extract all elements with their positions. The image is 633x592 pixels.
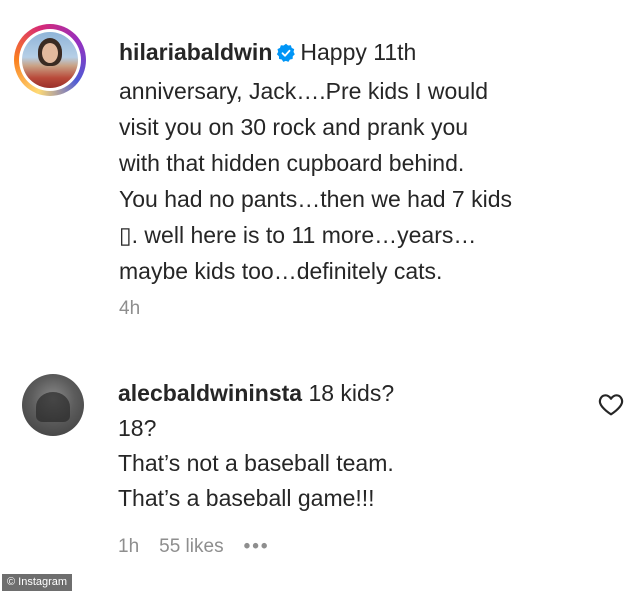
avatar — [22, 32, 78, 88]
verified-badge-icon — [276, 37, 296, 73]
instagram-watermark: © Instagram — [2, 574, 73, 591]
reply-avatar[interactable] — [22, 374, 84, 436]
more-options-icon[interactable]: ••• — [244, 536, 270, 558]
heart-outline-icon[interactable] — [598, 392, 624, 416]
caption-line-7: maybe kids too…definitely cats. — [119, 258, 443, 284]
reply-meta: 1h 55 likes ••• — [118, 536, 290, 558]
reply-line-3: That’s not a baseball team. — [118, 450, 394, 476]
avatar-border — [19, 29, 81, 91]
caption-line-2: anniversary, Jack….Pre kids I would — [119, 78, 488, 104]
caption-timestamp[interactable]: 4h — [119, 298, 140, 320]
caption-username[interactable]: hilariabaldwin — [119, 39, 272, 65]
caption-text: hilariabaldwin Happy 11th anniversary, Ja… — [119, 34, 609, 289]
instagram-comment-thread: hilariabaldwin Happy 11th anniversary, Ja… — [0, 0, 633, 592]
caption-line-4: with that hidden cupboard behind. — [119, 150, 465, 176]
avatar-face — [42, 43, 58, 63]
reply-first-line-text: 18 kids? — [308, 380, 395, 406]
caption-line-5: You had no pants…then we had 7 kids — [119, 186, 512, 212]
reply-line-2: 18? — [118, 415, 157, 441]
reply-timestamp[interactable]: 1h — [118, 536, 139, 558]
reply-line-4: That’s a baseball game!!! — [118, 485, 375, 511]
caption-line-1: Happy 11th — [300, 39, 417, 65]
reply-text: alecbaldwininsta 18 kids? 18? That’s not… — [118, 376, 558, 516]
reply-likes-count[interactable]: 55 likes — [159, 536, 223, 558]
caption-line-6: ▯. well here is to 11 more…years… — [119, 222, 477, 248]
caption-line-3: visit you on 30 rock and prank you — [119, 114, 469, 140]
reply-avatar-figure — [36, 392, 70, 422]
reply-first-line: alecbaldwininsta 18 kids? — [118, 376, 558, 411]
reply-username[interactable]: alecbaldwininsta — [118, 380, 302, 406]
story-ring-avatar[interactable] — [14, 24, 86, 96]
